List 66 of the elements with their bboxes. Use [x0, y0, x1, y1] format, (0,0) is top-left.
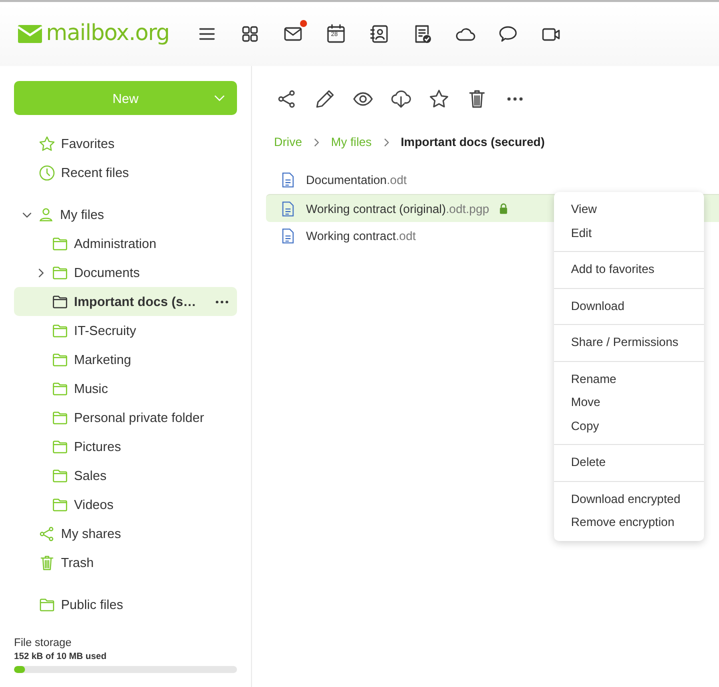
folder-icon — [51, 408, 69, 426]
storage-title: File storage — [14, 637, 72, 649]
person-icon — [37, 206, 55, 224]
logo-text: mailbox.org — [46, 20, 170, 46]
file-name[interactable]: Working contract.odt — [306, 229, 416, 243]
folder-icon — [51, 350, 69, 368]
folder-icon — [51, 234, 69, 252]
caret-icon — [214, 94, 225, 102]
folder-icon — [51, 496, 69, 514]
folder-icon — [51, 466, 69, 484]
sidebar-item[interactable]: Recent files — [61, 165, 129, 180]
sidebar-item[interactable]: My shares — [61, 526, 121, 541]
menu-item[interactable]: Edit — [554, 222, 704, 245]
logo-icon — [18, 24, 42, 44]
menu-item[interactable]: View — [554, 198, 704, 222]
notification-dot — [300, 20, 307, 27]
file-name[interactable]: Documentation.odt — [306, 173, 407, 187]
folder-icon — [51, 292, 69, 310]
chevron-icon — [382, 138, 391, 146]
sidebar-item[interactable]: My files — [60, 207, 104, 222]
sidebar-item[interactable]: Trash — [61, 555, 94, 570]
sidebar-item[interactable]: Videos — [74, 497, 114, 512]
menu-item[interactable]: Remove encryption — [554, 511, 704, 534]
sidebar-item[interactable]: Documents — [74, 265, 140, 280]
menu-item[interactable]: Download — [554, 294, 704, 318]
calendar-icon[interactable] — [325, 23, 347, 45]
sidebar-item[interactable]: Music — [74, 381, 108, 396]
sidebar-item[interactable]: Favorites — [61, 136, 114, 151]
contacts-icon[interactable] — [368, 23, 390, 45]
sidebar-item[interactable]: Personal private folder — [74, 410, 204, 425]
document-icon — [282, 200, 294, 216]
document-icon — [282, 228, 294, 244]
folder-label: Important docs (s… — [74, 294, 196, 309]
folder-icon — [51, 438, 69, 456]
menu-item[interactable]: Delete — [554, 451, 704, 474]
menu-item[interactable]: Add to favorites — [554, 258, 704, 282]
sidebar-item[interactable]: Pictures — [74, 439, 121, 454]
folder-icon — [38, 596, 56, 614]
folder-icon — [51, 322, 69, 340]
selected-folder-row[interactable]: Important docs (s… — [14, 287, 237, 316]
folder-icon — [51, 264, 69, 282]
sidebar-item[interactable]: Public files — [61, 597, 124, 612]
clock-icon — [38, 164, 56, 182]
sidebar-item[interactable]: Sales — [74, 468, 107, 483]
trash-icon — [38, 554, 56, 572]
menu-item[interactable]: Download encrypted — [554, 488, 704, 511]
sidebar-item[interactable]: Administration — [74, 236, 156, 251]
share-icon — [38, 524, 56, 542]
folder-icon — [51, 380, 69, 398]
document-icon — [282, 172, 294, 188]
download-icon[interactable] — [390, 88, 412, 110]
menu-item[interactable]: Rename — [554, 368, 704, 391]
chevron-icon — [312, 138, 322, 146]
file-name[interactable]: Working contract (original).odt.pgp — [306, 202, 490, 216]
breadcrumb-current: Important docs (secured) — [400, 135, 545, 149]
star-icon — [38, 134, 56, 152]
chevron-icon[interactable] — [36, 268, 46, 278]
storage-usage: 152 kB of 10 MB used — [14, 651, 108, 661]
menu-item[interactable]: Move — [554, 391, 704, 414]
menu-item[interactable]: Copy — [554, 414, 704, 438]
sidebar-item[interactable]: Marketing — [74, 352, 132, 367]
star-icon[interactable] — [428, 88, 450, 110]
chevron-icon[interactable] — [22, 210, 32, 220]
sidebar-item[interactable]: IT-Secruity — [74, 323, 136, 338]
edit-icon[interactable] — [314, 88, 336, 110]
menu-item[interactable]: Share / Permissions — [554, 331, 704, 354]
